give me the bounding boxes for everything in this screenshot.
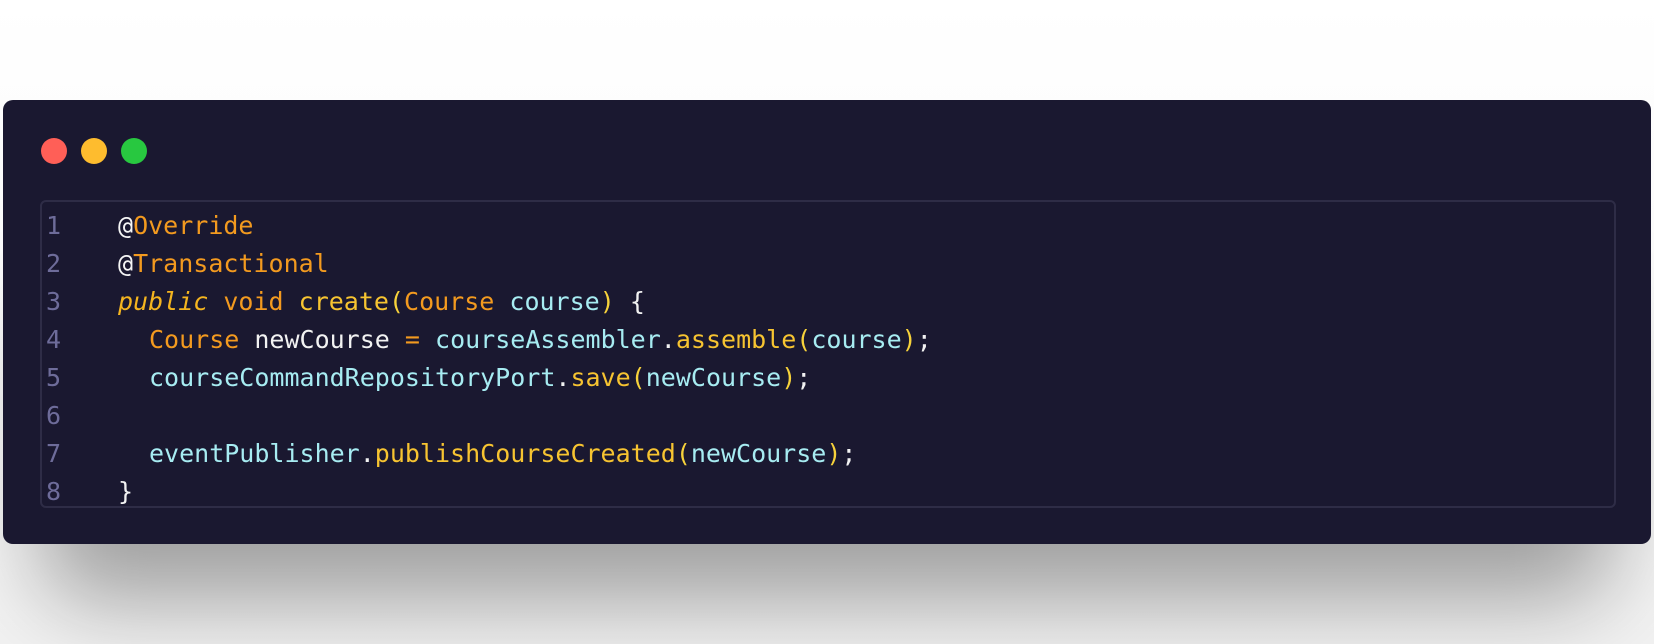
window-controls — [41, 138, 147, 164]
code-token: newCourse — [645, 363, 782, 392]
code-token: publishCourseCreated — [374, 439, 676, 468]
maximize-button[interactable] — [121, 138, 147, 164]
code-line: 7 eventPublisher.publishCourseCreated(new… — [42, 435, 1614, 473]
code-line: 1 @Override — [42, 207, 1614, 245]
code-line: 8} — [42, 473, 1614, 511]
code-token: assemble — [675, 325, 797, 354]
code-token: } — [118, 477, 134, 506]
code-token: Transactional — [133, 249, 329, 278]
line-number: 1 — [46, 211, 62, 240]
code-token: ) — [781, 363, 797, 392]
code-token: public — [118, 287, 209, 316]
code-line: 2 @Transactional — [42, 245, 1614, 283]
code-text: courseCommandRepositoryPort.save(newCour… — [149, 359, 811, 397]
code-token: ( — [675, 439, 691, 468]
code-token: @ — [118, 211, 134, 240]
line-number: 3 — [46, 287, 62, 316]
code-text: @Override — [118, 207, 253, 245]
close-button[interactable] — [41, 138, 67, 164]
code-line: 6 — [42, 397, 1614, 435]
code-token: ; — [916, 325, 932, 354]
code-token: save — [570, 363, 631, 392]
code-line: 5 courseCommandRepositoryPort.save(newCou… — [42, 359, 1614, 397]
code-text: } — [118, 473, 133, 511]
code-token: { — [614, 287, 645, 316]
code-text: eventPublisher.publishCourseCreated(newC… — [149, 435, 856, 473]
code-token: . — [555, 363, 571, 392]
code-token: ( — [630, 363, 646, 392]
code-token: void — [223, 287, 284, 316]
code-token: ; — [841, 439, 857, 468]
code-token: Override — [133, 211, 254, 240]
code-text: public void create(Course course) { — [118, 283, 645, 321]
line-number: 4 — [46, 325, 62, 354]
code-token: ) — [826, 439, 842, 468]
code-token: ( — [796, 325, 812, 354]
code-token: . — [660, 325, 676, 354]
code-token: courseAssembler — [435, 325, 661, 354]
code-token: courseCommandRepositoryPort — [149, 363, 556, 392]
line-number: 2 — [46, 249, 62, 278]
code-token: ; — [796, 363, 812, 392]
code-text: @Transactional — [118, 245, 329, 283]
line-number: 5 — [46, 363, 62, 392]
code-token: . — [359, 439, 375, 468]
code-token: ( — [388, 287, 405, 316]
line-number: 8 — [46, 477, 62, 506]
code-token: @ — [118, 249, 134, 278]
code-token: Course — [404, 287, 495, 316]
code-token: ) — [901, 325, 917, 354]
code-token: newCourse — [690, 439, 827, 468]
line-number: 7 — [46, 439, 62, 468]
minimize-button[interactable] — [81, 138, 107, 164]
code-token: course — [811, 325, 902, 354]
code-window: 1 @Override 2 @Transactional 3 public void … — [3, 100, 1651, 544]
code-token: create — [298, 287, 389, 316]
code-token: newCourse — [239, 325, 405, 354]
code-token: ) — [599, 287, 615, 316]
code-line: 4 Course newCourse = courseAssembler.asse… — [42, 321, 1614, 359]
code-token: course — [509, 287, 600, 316]
code-text: Course newCourse = courseAssembler.assem… — [149, 321, 932, 359]
code-token: = — [404, 325, 420, 354]
code-line: 3 public void create(Course course) { — [42, 283, 1614, 321]
code-token: Course — [149, 325, 240, 354]
line-number: 6 — [46, 401, 62, 430]
code-editor[interactable]: 1 @Override 2 @Transactional 3 public void … — [40, 200, 1616, 508]
code-token: eventPublisher — [149, 439, 360, 468]
